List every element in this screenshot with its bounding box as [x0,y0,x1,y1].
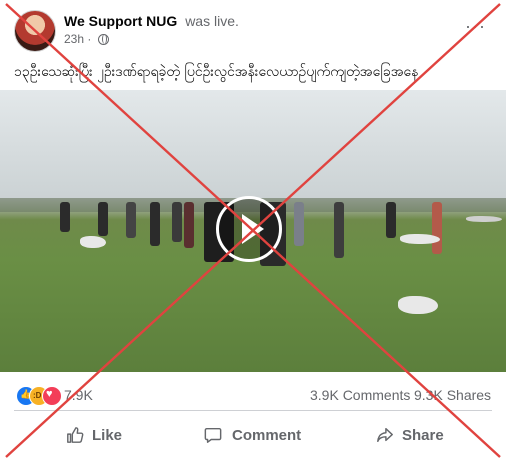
live-status-text: was live. [185,13,239,29]
shares-count-link[interactable]: 9.3K Shares [414,387,491,403]
comments-count-link[interactable]: 3.9K Comments [310,387,410,403]
speech-bubble-icon [204,427,222,443]
post-author-line: We Support NUG was live. [64,13,239,29]
more-options-button[interactable]: ··· [465,16,486,37]
comment-label: Comment [232,427,302,444]
actions-divider [14,410,492,411]
post-meta: 23h · [64,32,109,46]
video-figure [334,202,344,258]
share-button[interactable]: Share [372,420,472,450]
video-figure [60,202,70,232]
post-timestamp[interactable]: 23h [64,32,84,46]
like-label: Like [92,427,123,444]
video-debris [80,236,106,248]
video-figure [294,202,304,246]
video-player[interactable] [0,90,506,372]
facebook-post: We Support NUG was live. 23h · ··· ၁၃ဦးသ… [0,0,506,461]
video-figure [150,202,160,246]
reaction-count[interactable]: 7.9K [64,387,93,403]
avatar[interactable] [14,10,56,52]
video-figure [432,202,442,254]
video-figure [184,202,194,248]
video-figure [386,202,396,238]
thumbs-up-icon [67,427,84,443]
meta-separator: · [87,32,95,46]
share-arrow-icon [377,427,393,443]
post-caption: ၁၃ဦးသေဆုံးပြီး ၂ဦးဒဏ်ရာရခဲ့တဲ့ ပြင်ဦးလွင… [14,64,419,80]
video-sky [0,90,506,208]
globe-icon [97,34,109,45]
video-figure [172,202,182,242]
video-debris [466,216,502,222]
video-figure [126,202,136,238]
like-button[interactable]: Like [62,420,182,450]
page-name-link[interactable]: We Support NUG [64,13,177,29]
video-debris [398,296,438,314]
video-debris [400,234,440,244]
love-reaction-icon [42,386,62,406]
play-button[interactable] [216,196,282,262]
comment-button[interactable]: Comment [200,420,340,450]
share-label: Share [402,427,444,444]
video-figure [98,202,108,236]
post-header: We Support NUG was live. 23h · ··· [14,10,494,52]
